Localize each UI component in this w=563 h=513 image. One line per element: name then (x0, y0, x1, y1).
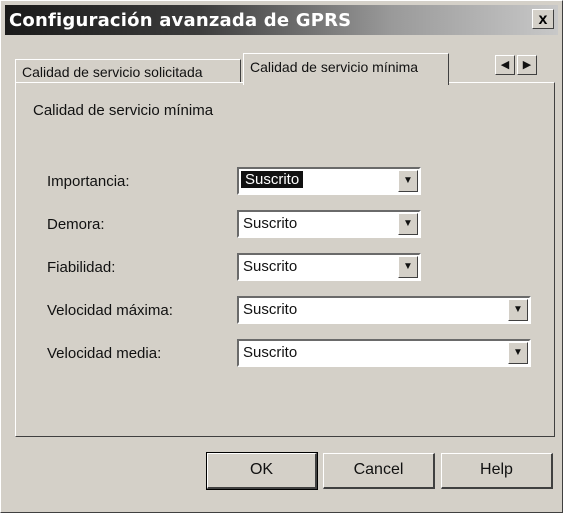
tab-label: Calidad de servicio mínima (250, 59, 419, 75)
chevron-down-icon[interactable]: ▼ (508, 342, 528, 364)
importance-label: Importancia: (47, 173, 130, 190)
gprs-advanced-dialog: Configuración avanzada de GPRS x Calidad… (0, 0, 563, 513)
arrow-right-icon[interactable]: ▶ (517, 55, 537, 75)
peak-throughput-value: Suscrito (243, 301, 298, 318)
chevron-down-icon[interactable]: ▼ (398, 170, 418, 192)
cancel-button[interactable]: Cancel (323, 453, 435, 489)
arrow-left-icon[interactable]: ◀ (495, 55, 515, 75)
chevron-down-icon[interactable]: ▼ (398, 213, 418, 235)
help-button[interactable]: Help (441, 453, 553, 489)
delay-value: Suscrito (243, 215, 298, 232)
importance-value: Suscrito (241, 171, 304, 188)
reliability-select[interactable]: Suscrito ▼ (237, 253, 421, 281)
title-bar[interactable]: Configuración avanzada de GPRS x (5, 5, 558, 35)
reliability-value: Suscrito (243, 258, 298, 275)
delay-select[interactable]: Suscrito ▼ (237, 210, 421, 238)
importance-select[interactable]: Suscrito ▼ (237, 167, 421, 195)
tab-scroll-buttons: ◀ ▶ (495, 55, 537, 75)
peak-throughput-label: Velocidad máxima: (47, 302, 173, 319)
chevron-down-icon[interactable]: ▼ (398, 256, 418, 278)
chevron-down-icon[interactable]: ▼ (508, 299, 528, 321)
mean-throughput-value: Suscrito (243, 344, 298, 361)
tab-label: Calidad de servicio solicitada (22, 64, 203, 80)
mean-throughput-label: Velocidad media: (47, 345, 162, 362)
close-button[interactable]: x (532, 9, 554, 29)
tab-minimum-qos[interactable]: Calidad de servicio mínima (243, 53, 449, 85)
delay-label: Demora: (47, 216, 105, 233)
tab-requested-qos[interactable]: Calidad de servicio solicitada (15, 59, 241, 83)
mean-throughput-select[interactable]: Suscrito ▼ (237, 339, 531, 367)
section-title: Calidad de servicio mínima (33, 102, 214, 119)
ok-button[interactable]: OK (206, 452, 318, 490)
reliability-label: Fiabilidad: (47, 259, 116, 276)
window-title: Configuración avanzada de GPRS (9, 9, 352, 31)
peak-throughput-select[interactable]: Suscrito ▼ (237, 296, 531, 324)
